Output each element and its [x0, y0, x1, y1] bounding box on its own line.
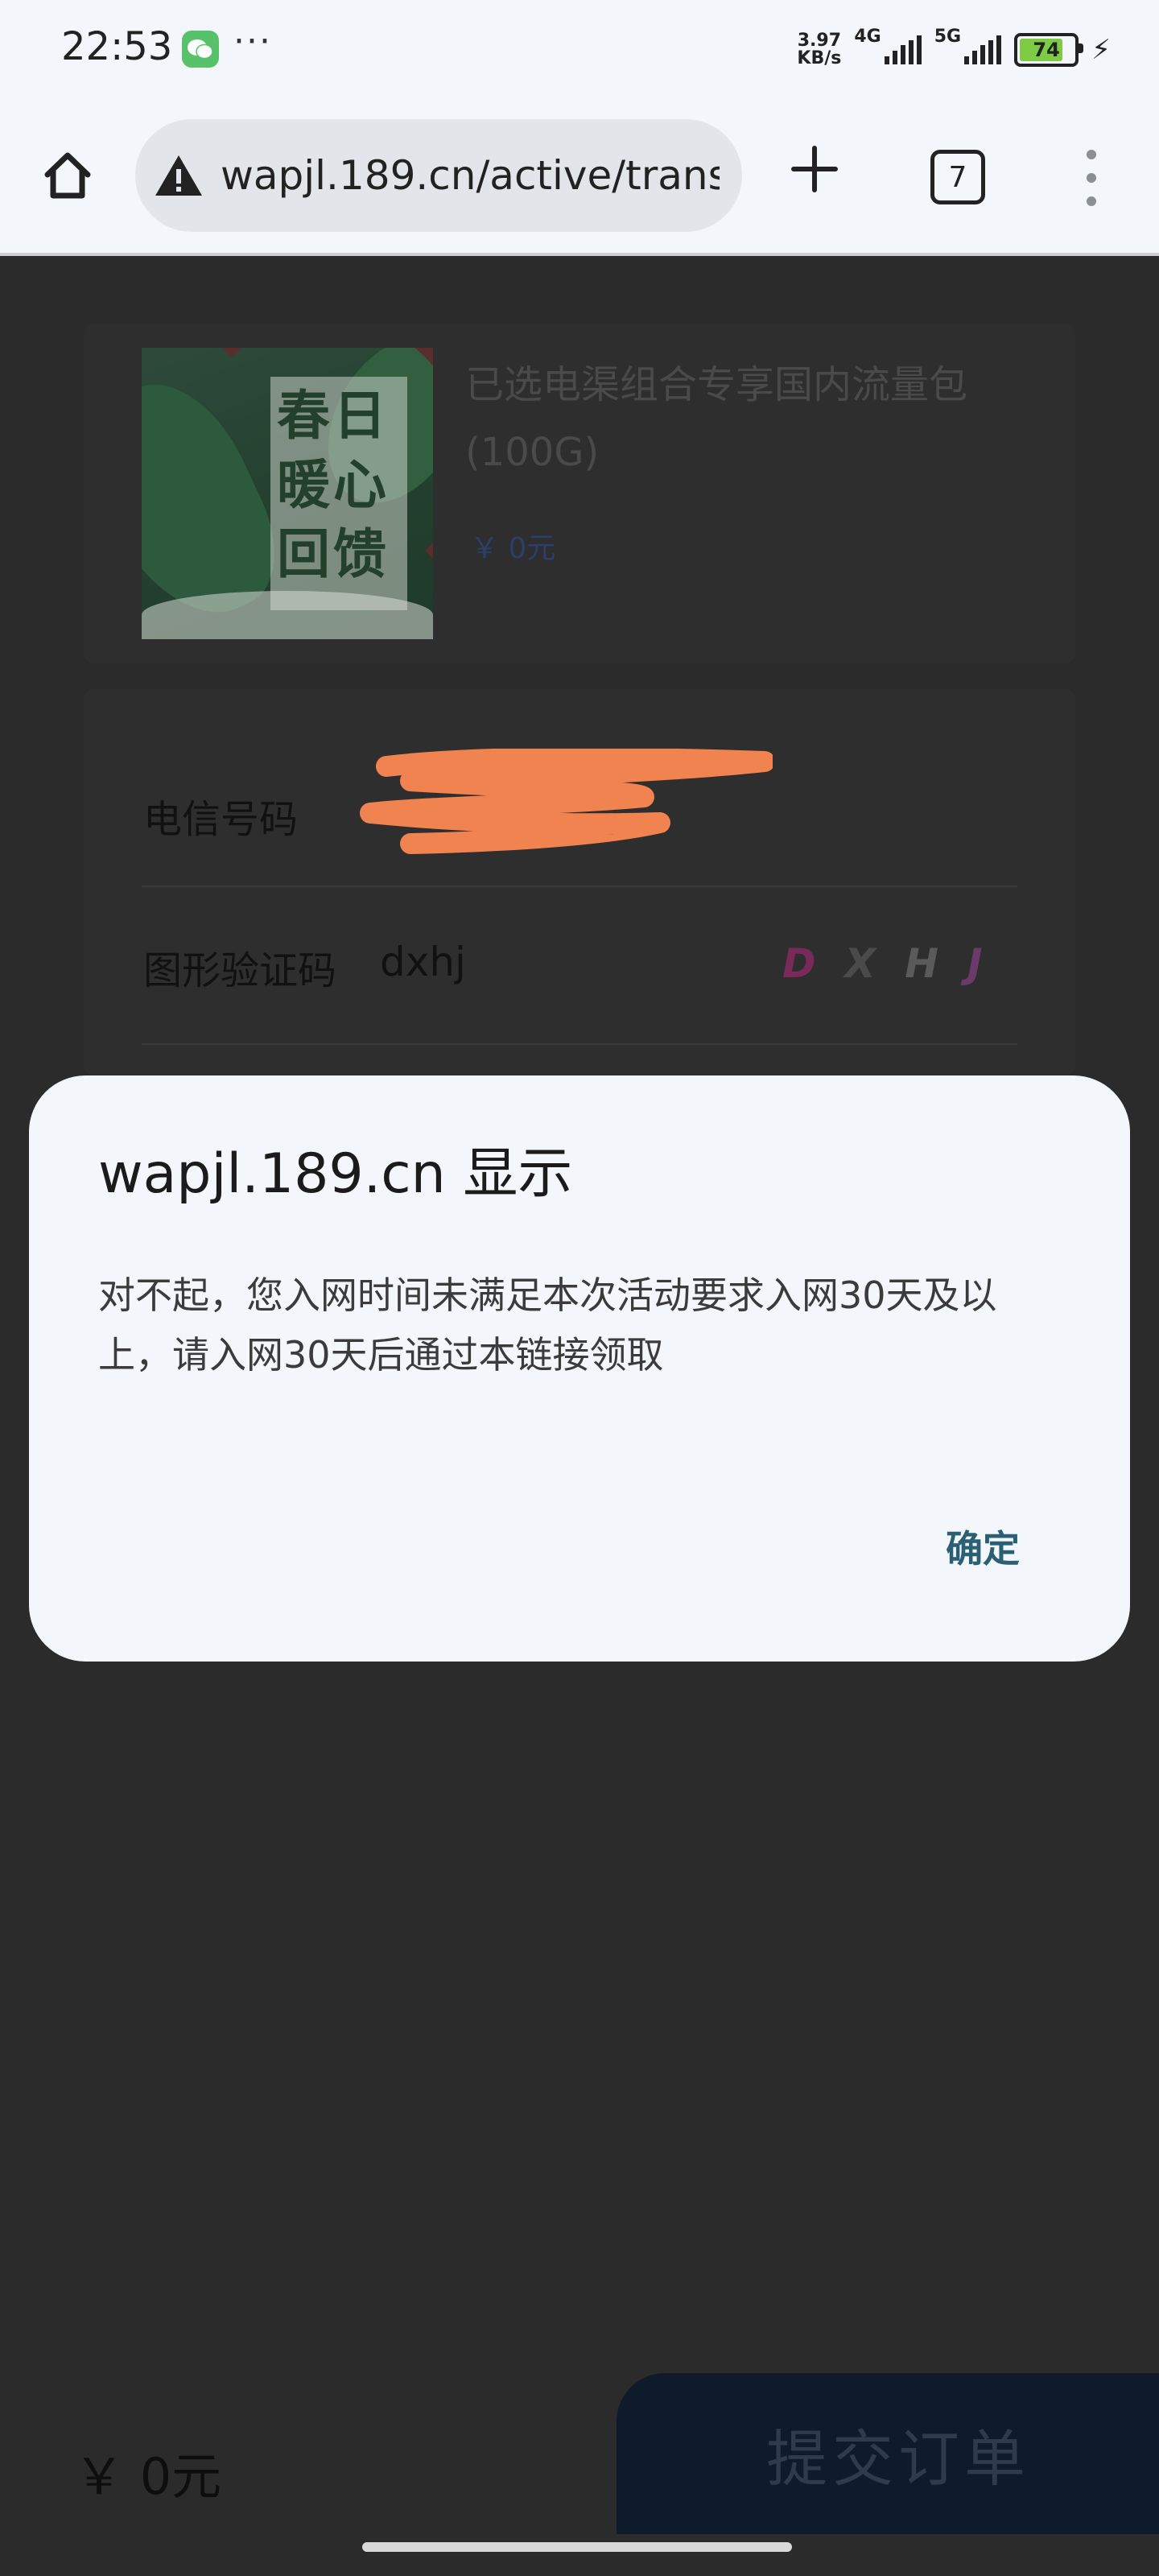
dialog-message: 对不起，您入网时间未满足本次活动要求入网30天及以上，请入网30天后通过本链接领…	[98, 1274, 997, 1377]
ok-button[interactable]: 确定	[914, 1510, 1051, 1583]
product-image-text: 春日 暖心 回馈	[277, 385, 386, 585]
battery-icon: 74	[1014, 33, 1084, 67]
product-price: ￥ 0元	[470, 532, 556, 565]
clock: 22:53	[61, 24, 173, 69]
status-indicators: 3.97 KB/s 4G 5G 74 ⚡	[797, 27, 1111, 72]
captcha-input[interactable]: dxhj	[380, 939, 466, 985]
more-vert-icon[interactable]	[1077, 150, 1106, 206]
dialog-title: wapjl.189.cn 显示	[98, 1142, 573, 1206]
more-notifications-icon: ···	[233, 21, 272, 62]
form-card	[84, 689, 1075, 1075]
charging-icon: ⚡	[1091, 34, 1111, 66]
home-icon	[44, 152, 91, 199]
product-title: 已选电渠组合专享国内流量包(100G)	[465, 362, 968, 475]
tab-switcher-button[interactable]: 7	[930, 150, 985, 204]
status-bar: 22:53 ··· 3.97 KB/s 4G 5G 74 ⚡	[0, 0, 1159, 101]
divider	[142, 886, 1017, 887]
phone-label: 电信号码	[143, 797, 299, 842]
product-image: 春日 暖心 回馈	[142, 348, 433, 639]
submit-order-button[interactable]: 提交订单	[617, 2373, 1159, 2534]
new-tab-button[interactable]	[782, 143, 847, 208]
address-bar[interactable]: wapjl.189.cn/active/trans	[135, 119, 742, 232]
url-text[interactable]: wapjl.189.cn/active/trans	[221, 152, 720, 199]
tab-count: 7	[948, 160, 967, 194]
divider	[142, 1043, 1017, 1045]
net-speed: 3.97 KB/s	[797, 31, 842, 68]
alert-dialog: wapjl.189.cn 显示 对不起，您入网时间未满足本次活动要求入网30天及…	[29, 1075, 1130, 1662]
wechat-icon	[182, 31, 219, 68]
captcha-image[interactable]: D X H J	[782, 940, 983, 987]
warning-icon[interactable]	[153, 150, 204, 201]
redaction-scribble	[360, 749, 773, 854]
signal-icon: 4G	[854, 27, 922, 64]
home-button[interactable]	[35, 143, 100, 208]
captcha-label: 图形验证码	[143, 948, 337, 993]
browser-toolbar: wapjl.189.cn/active/trans 7	[0, 101, 1159, 256]
gesture-handle[interactable]	[362, 2542, 792, 2552]
order-total: ￥ 0元	[74, 2447, 222, 2506]
plus-icon	[791, 146, 838, 192]
signal-icon-sim2: 5G	[934, 27, 1002, 64]
